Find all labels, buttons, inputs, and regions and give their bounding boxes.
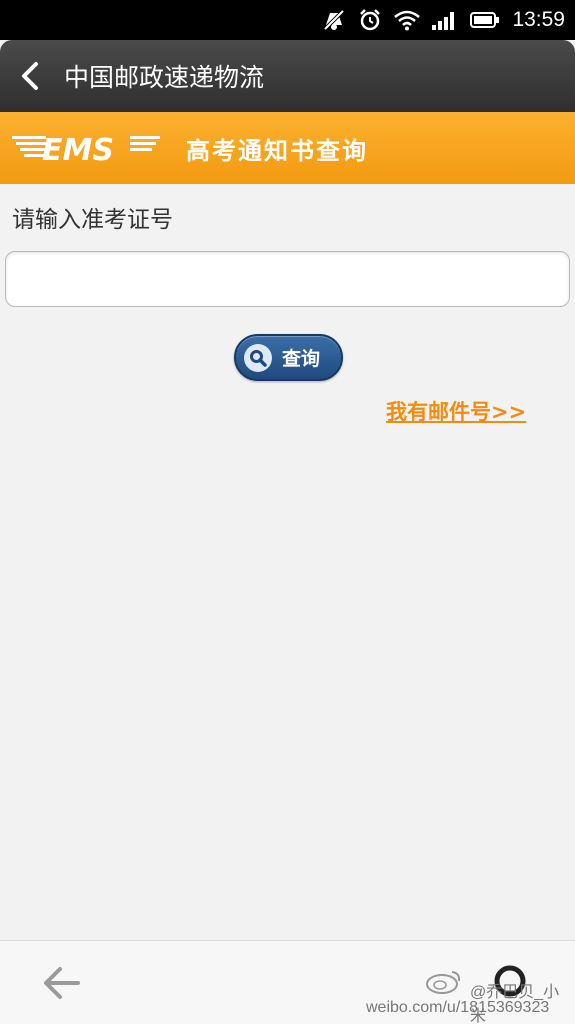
- watermark-url: weibo.com/u/1815369323: [366, 999, 550, 1016]
- mail-number-link[interactable]: 我有邮件号>>: [386, 396, 526, 426]
- ticket-number-label: 请输入准考证号: [12, 207, 173, 233]
- query-button[interactable]: 查询: [234, 334, 343, 381]
- ems-logo-text: EMS: [42, 133, 114, 168]
- status-time: 13:59: [512, 8, 565, 31]
- banner-title: 高考通知书查询: [186, 136, 368, 165]
- weibo-logo-icon: [426, 971, 461, 994]
- alarm-icon: [358, 8, 382, 32]
- title-bar: 中国邮政速递物流: [0, 40, 575, 112]
- mute-icon: [322, 9, 346, 31]
- battery-icon: [470, 11, 500, 29]
- back-button[interactable]: [0, 40, 60, 112]
- page-title: 中国邮政速递物流: [64, 63, 265, 92]
- ticket-number-input[interactable]: [5, 251, 570, 307]
- query-button-label: 查询: [282, 348, 321, 370]
- arrow-left-icon[interactable]: [42, 965, 82, 1001]
- chevron-left-icon: [22, 62, 38, 90]
- ems-banner: EMS 高考通知书查询: [0, 112, 575, 184]
- wifi-icon: [394, 9, 421, 31]
- signal-icon: [432, 10, 458, 30]
- search-icon: [244, 343, 272, 372]
- status-bar: 13:59: [0, 0, 575, 40]
- ems-logo: EMS: [12, 133, 160, 168]
